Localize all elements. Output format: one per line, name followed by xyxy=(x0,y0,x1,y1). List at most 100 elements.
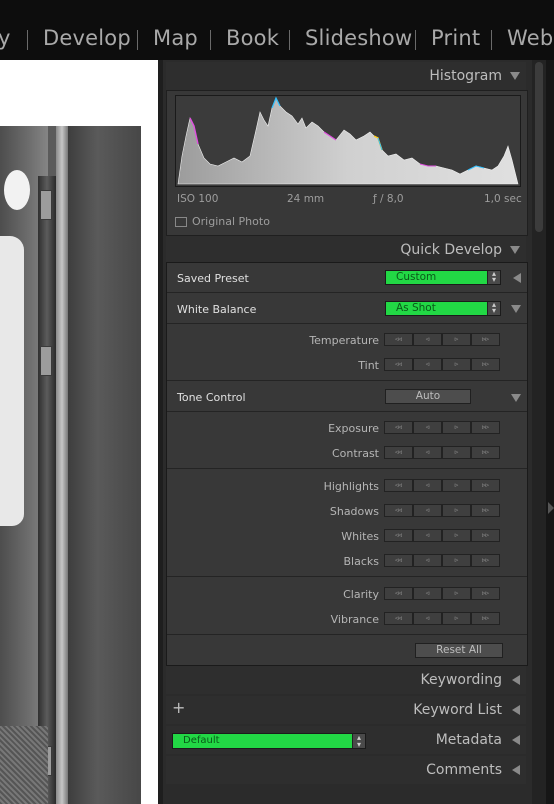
decrease-large-button[interactable]: ◃◃ xyxy=(384,446,413,459)
decrease-large-button[interactable]: ◃◃ xyxy=(384,554,413,567)
increase-button[interactable]: ▹ xyxy=(442,333,471,346)
module-book[interactable]: Book xyxy=(226,26,279,50)
decrease-large-button[interactable]: ◃◃ xyxy=(384,358,413,371)
temperature-stepper[interactable]: ◃◃ ◃ ▹ ▹▹ xyxy=(384,333,500,346)
module-separator xyxy=(27,30,28,50)
increase-button[interactable]: ▹ xyxy=(442,612,471,625)
increase-button[interactable]: ▹ xyxy=(442,554,471,567)
increase-button[interactable]: ▹ xyxy=(442,587,471,600)
keyword-list-header[interactable]: + Keyword List xyxy=(166,696,526,724)
photo-sign-head xyxy=(4,170,30,210)
decrease-button[interactable]: ◃ xyxy=(413,612,442,625)
tone-control-collapse-icon[interactable] xyxy=(511,394,521,402)
vibrance-stepper[interactable]: ◃◃ ◃ ▹ ▹▹ xyxy=(384,612,500,625)
module-map[interactable]: Map xyxy=(153,26,198,50)
auto-tone-button[interactable]: Auto xyxy=(385,389,471,404)
expand-triangle-icon[interactable] xyxy=(512,735,520,745)
decrease-large-button[interactable]: ◃◃ xyxy=(384,504,413,517)
shadows-label: Shadows xyxy=(329,505,379,518)
original-photo-checkbox[interactable] xyxy=(175,217,187,227)
increase-large-button[interactable]: ▹▹ xyxy=(471,479,500,492)
keywording-header[interactable]: Keywording xyxy=(166,666,526,694)
decrease-button[interactable]: ◃ xyxy=(413,529,442,542)
decrease-button[interactable]: ◃ xyxy=(413,479,442,492)
white-balance-label: White Balance xyxy=(177,303,257,316)
decrease-large-button[interactable]: ◃◃ xyxy=(384,529,413,542)
increase-large-button[interactable]: ▹▹ xyxy=(471,529,500,542)
decrease-button[interactable]: ◃ xyxy=(413,446,442,459)
histogram-title: Histogram xyxy=(429,68,502,84)
quick-develop-header[interactable]: Quick Develop xyxy=(166,236,526,264)
divider xyxy=(167,634,527,635)
temperature-label: Temperature xyxy=(309,334,379,347)
module-slideshow[interactable]: Slideshow xyxy=(305,26,412,50)
decrease-button[interactable]: ◃ xyxy=(413,504,442,517)
white-balance-select[interactable]: As Shot ▴ ▾ xyxy=(385,301,501,316)
contrast-stepper[interactable]: ◃◃ ◃ ▹ ▹▹ xyxy=(384,446,500,459)
decrease-button[interactable]: ◃ xyxy=(413,587,442,600)
whites-stepper[interactable]: ◃◃ ◃ ▹ ▹▹ xyxy=(384,529,500,542)
increase-large-button[interactable]: ▹▹ xyxy=(471,446,500,459)
collapse-triangle-icon[interactable] xyxy=(510,246,520,254)
photo-thumbnail[interactable] xyxy=(0,126,141,804)
panel-collapse-arrow-icon[interactable] xyxy=(548,502,554,514)
increase-button[interactable]: ▹ xyxy=(442,421,471,434)
decrease-large-button[interactable]: ◃◃ xyxy=(384,421,413,434)
increase-large-button[interactable]: ▹▹ xyxy=(471,358,500,371)
highlights-stepper[interactable]: ◃◃ ◃ ▹ ▹▹ xyxy=(384,479,500,492)
saved-preset-expand-icon[interactable] xyxy=(513,273,521,283)
increase-button[interactable]: ▹ xyxy=(442,446,471,459)
white-balance-value: As Shot xyxy=(396,302,436,314)
module-separator xyxy=(491,30,492,50)
increase-button[interactable]: ▹ xyxy=(442,479,471,492)
increase-button[interactable]: ▹ xyxy=(442,529,471,542)
module-separator xyxy=(415,30,416,50)
decrease-button[interactable]: ◃ xyxy=(413,554,442,567)
histogram-graph[interactable] xyxy=(175,95,521,187)
expand-triangle-icon[interactable] xyxy=(512,705,520,715)
increase-button[interactable]: ▹ xyxy=(442,504,471,517)
module-library-partial[interactable]: y xyxy=(0,26,11,50)
collapse-triangle-icon[interactable] xyxy=(510,72,520,80)
photo-view[interactable] xyxy=(0,60,158,804)
increase-large-button[interactable]: ▹▹ xyxy=(471,504,500,517)
metadata-header[interactable]: Default ▴ ▾ Metadata xyxy=(166,726,526,754)
decrease-button[interactable]: ◃ xyxy=(413,421,442,434)
add-keyword-icon[interactable]: + xyxy=(172,698,185,717)
module-print[interactable]: Print xyxy=(431,26,480,50)
module-web[interactable]: Web xyxy=(507,26,553,50)
tone-control-label: Tone Control xyxy=(177,391,246,404)
decrease-large-button[interactable]: ◃◃ xyxy=(384,587,413,600)
increase-large-button[interactable]: ▹▹ xyxy=(471,612,500,625)
metadata-preset-select[interactable]: Default ▴ ▾ xyxy=(172,733,366,749)
shadows-stepper[interactable]: ◃◃ ◃ ▹ ▹▹ xyxy=(384,504,500,517)
clarity-stepper[interactable]: ◃◃ ◃ ▹ ▹▹ xyxy=(384,587,500,600)
white-balance-collapse-icon[interactable] xyxy=(511,305,521,313)
expand-triangle-icon[interactable] xyxy=(512,675,520,685)
expand-triangle-icon[interactable] xyxy=(512,765,520,775)
exposure-stepper[interactable]: ◃◃ ◃ ▹ ▹▹ xyxy=(384,421,500,434)
blacks-stepper[interactable]: ◃◃ ◃ ▹ ▹▹ xyxy=(384,554,500,567)
whites-label: Whites xyxy=(341,530,379,543)
decrease-button[interactable]: ◃ xyxy=(413,333,442,346)
decrease-large-button[interactable]: ◃◃ xyxy=(384,333,413,346)
reset-all-button[interactable]: Reset All xyxy=(415,643,503,658)
increase-large-button[interactable]: ▹▹ xyxy=(471,587,500,600)
comments-header[interactable]: Comments xyxy=(166,756,526,784)
decrease-large-button[interactable]: ◃◃ xyxy=(384,479,413,492)
increase-button[interactable]: ▹ xyxy=(442,358,471,371)
panel-scrollbar-thumb[interactable] xyxy=(535,62,543,232)
decrease-button[interactable]: ◃ xyxy=(413,358,442,371)
decrease-large-button[interactable]: ◃◃ xyxy=(384,612,413,625)
divider xyxy=(167,411,527,412)
saved-preset-select[interactable]: Custom ▴ ▾ xyxy=(385,270,501,285)
divider xyxy=(167,380,527,381)
increase-large-button[interactable]: ▹▹ xyxy=(471,421,500,434)
histogram-header[interactable]: Histogram xyxy=(166,62,526,90)
photo-sign-figure xyxy=(0,236,24,526)
tint-stepper[interactable]: ◃◃ ◃ ▹ ▹▹ xyxy=(384,358,500,371)
increase-large-button[interactable]: ▹▹ xyxy=(471,554,500,567)
module-develop[interactable]: Develop xyxy=(43,26,131,50)
saved-preset-label: Saved Preset xyxy=(177,272,249,285)
increase-large-button[interactable]: ▹▹ xyxy=(471,333,500,346)
